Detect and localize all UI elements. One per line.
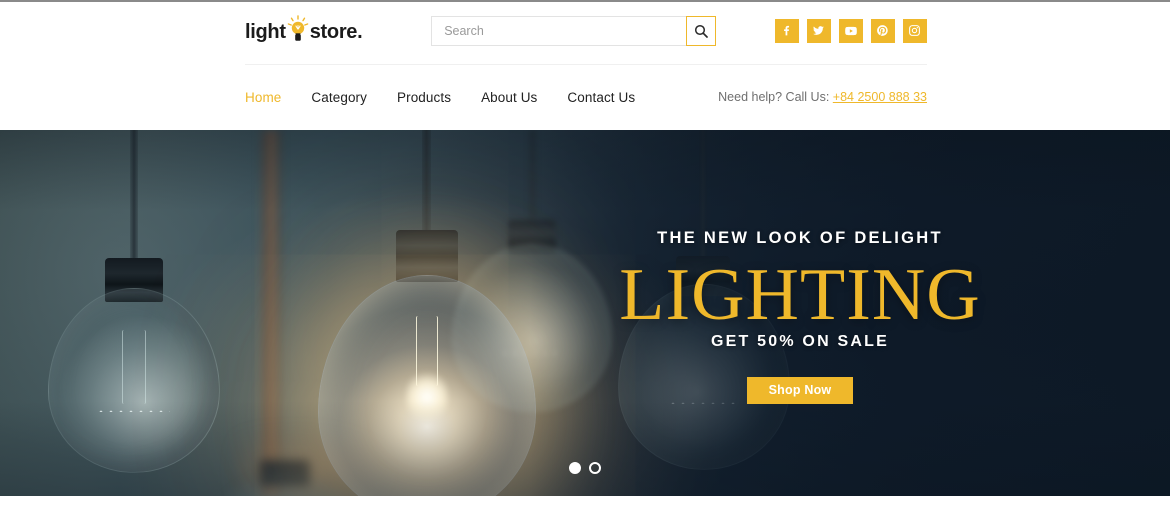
hero-cta-row: Shop Now	[215, 377, 1170, 404]
search-input[interactable]	[431, 15, 687, 46]
facebook-icon	[780, 24, 793, 37]
search-icon	[694, 24, 709, 38]
nav-item-category[interactable]: Category	[311, 90, 388, 105]
social-link-instagram[interactable]	[902, 18, 927, 43]
nav-item-contact-us[interactable]: Contact Us	[567, 90, 635, 105]
shop-now-button[interactable]: Shop Now	[746, 377, 854, 404]
lightbulb-icon	[287, 14, 309, 45]
social-link-facebook[interactable]	[774, 18, 799, 43]
main-navigation-row: Home Category Products About Us Contact …	[245, 65, 927, 129]
hero-content: THE NEW LOOK OF DELIGHT LIGHTING GET 50%…	[0, 130, 1170, 496]
brand-logo-text-left: light	[245, 20, 286, 43]
help-phone-number[interactable]: +84 2500 888 33	[833, 90, 927, 104]
page-bottom-spacer	[0, 496, 1170, 513]
hero-carousel: THE NEW LOOK OF DELIGHT LIGHTING GET 50%…	[0, 130, 1170, 496]
social-links	[774, 18, 927, 43]
nav-list: Home Category Products About Us Contact …	[245, 90, 635, 105]
carousel-dot-2[interactable]	[589, 462, 601, 474]
help-contact: Need help? Call Us: +84 2500 888 33	[718, 90, 927, 104]
hero-subtitle: GET 50% ON SALE	[711, 333, 889, 350]
site-header: light store. Search Home Category Produc…	[0, 2, 1170, 130]
youtube-icon	[844, 24, 858, 38]
hero-eyebrow-text: THE NEW LOOK OF DELIGHT	[657, 229, 943, 247]
instagram-icon	[908, 24, 921, 37]
brand-logo[interactable]: light store.	[245, 14, 363, 49]
nav-item-products[interactable]: Products	[397, 90, 472, 105]
carousel-dot-1[interactable]	[569, 462, 581, 474]
carousel-dots	[0, 462, 1170, 474]
nav-item-home[interactable]: Home	[245, 90, 302, 105]
nav-item-about-us[interactable]: About Us	[481, 90, 558, 105]
social-link-twitter[interactable]	[806, 18, 831, 43]
pinterest-icon	[876, 24, 889, 37]
page-root: light store. Search Home Category Produc…	[0, 0, 1170, 513]
search-form	[431, 15, 717, 46]
search-submit-button[interactable]	[686, 15, 717, 46]
brand-logo-text-right: store.	[309, 20, 363, 43]
social-link-pinterest[interactable]	[870, 18, 895, 43]
help-label: Need help? Call Us:	[718, 90, 830, 104]
social-link-youtube[interactable]	[838, 18, 863, 43]
hero-title: LIGHTING	[619, 254, 981, 336]
header-top-row: light store. Search	[245, 2, 927, 59]
twitter-icon	[812, 24, 825, 37]
